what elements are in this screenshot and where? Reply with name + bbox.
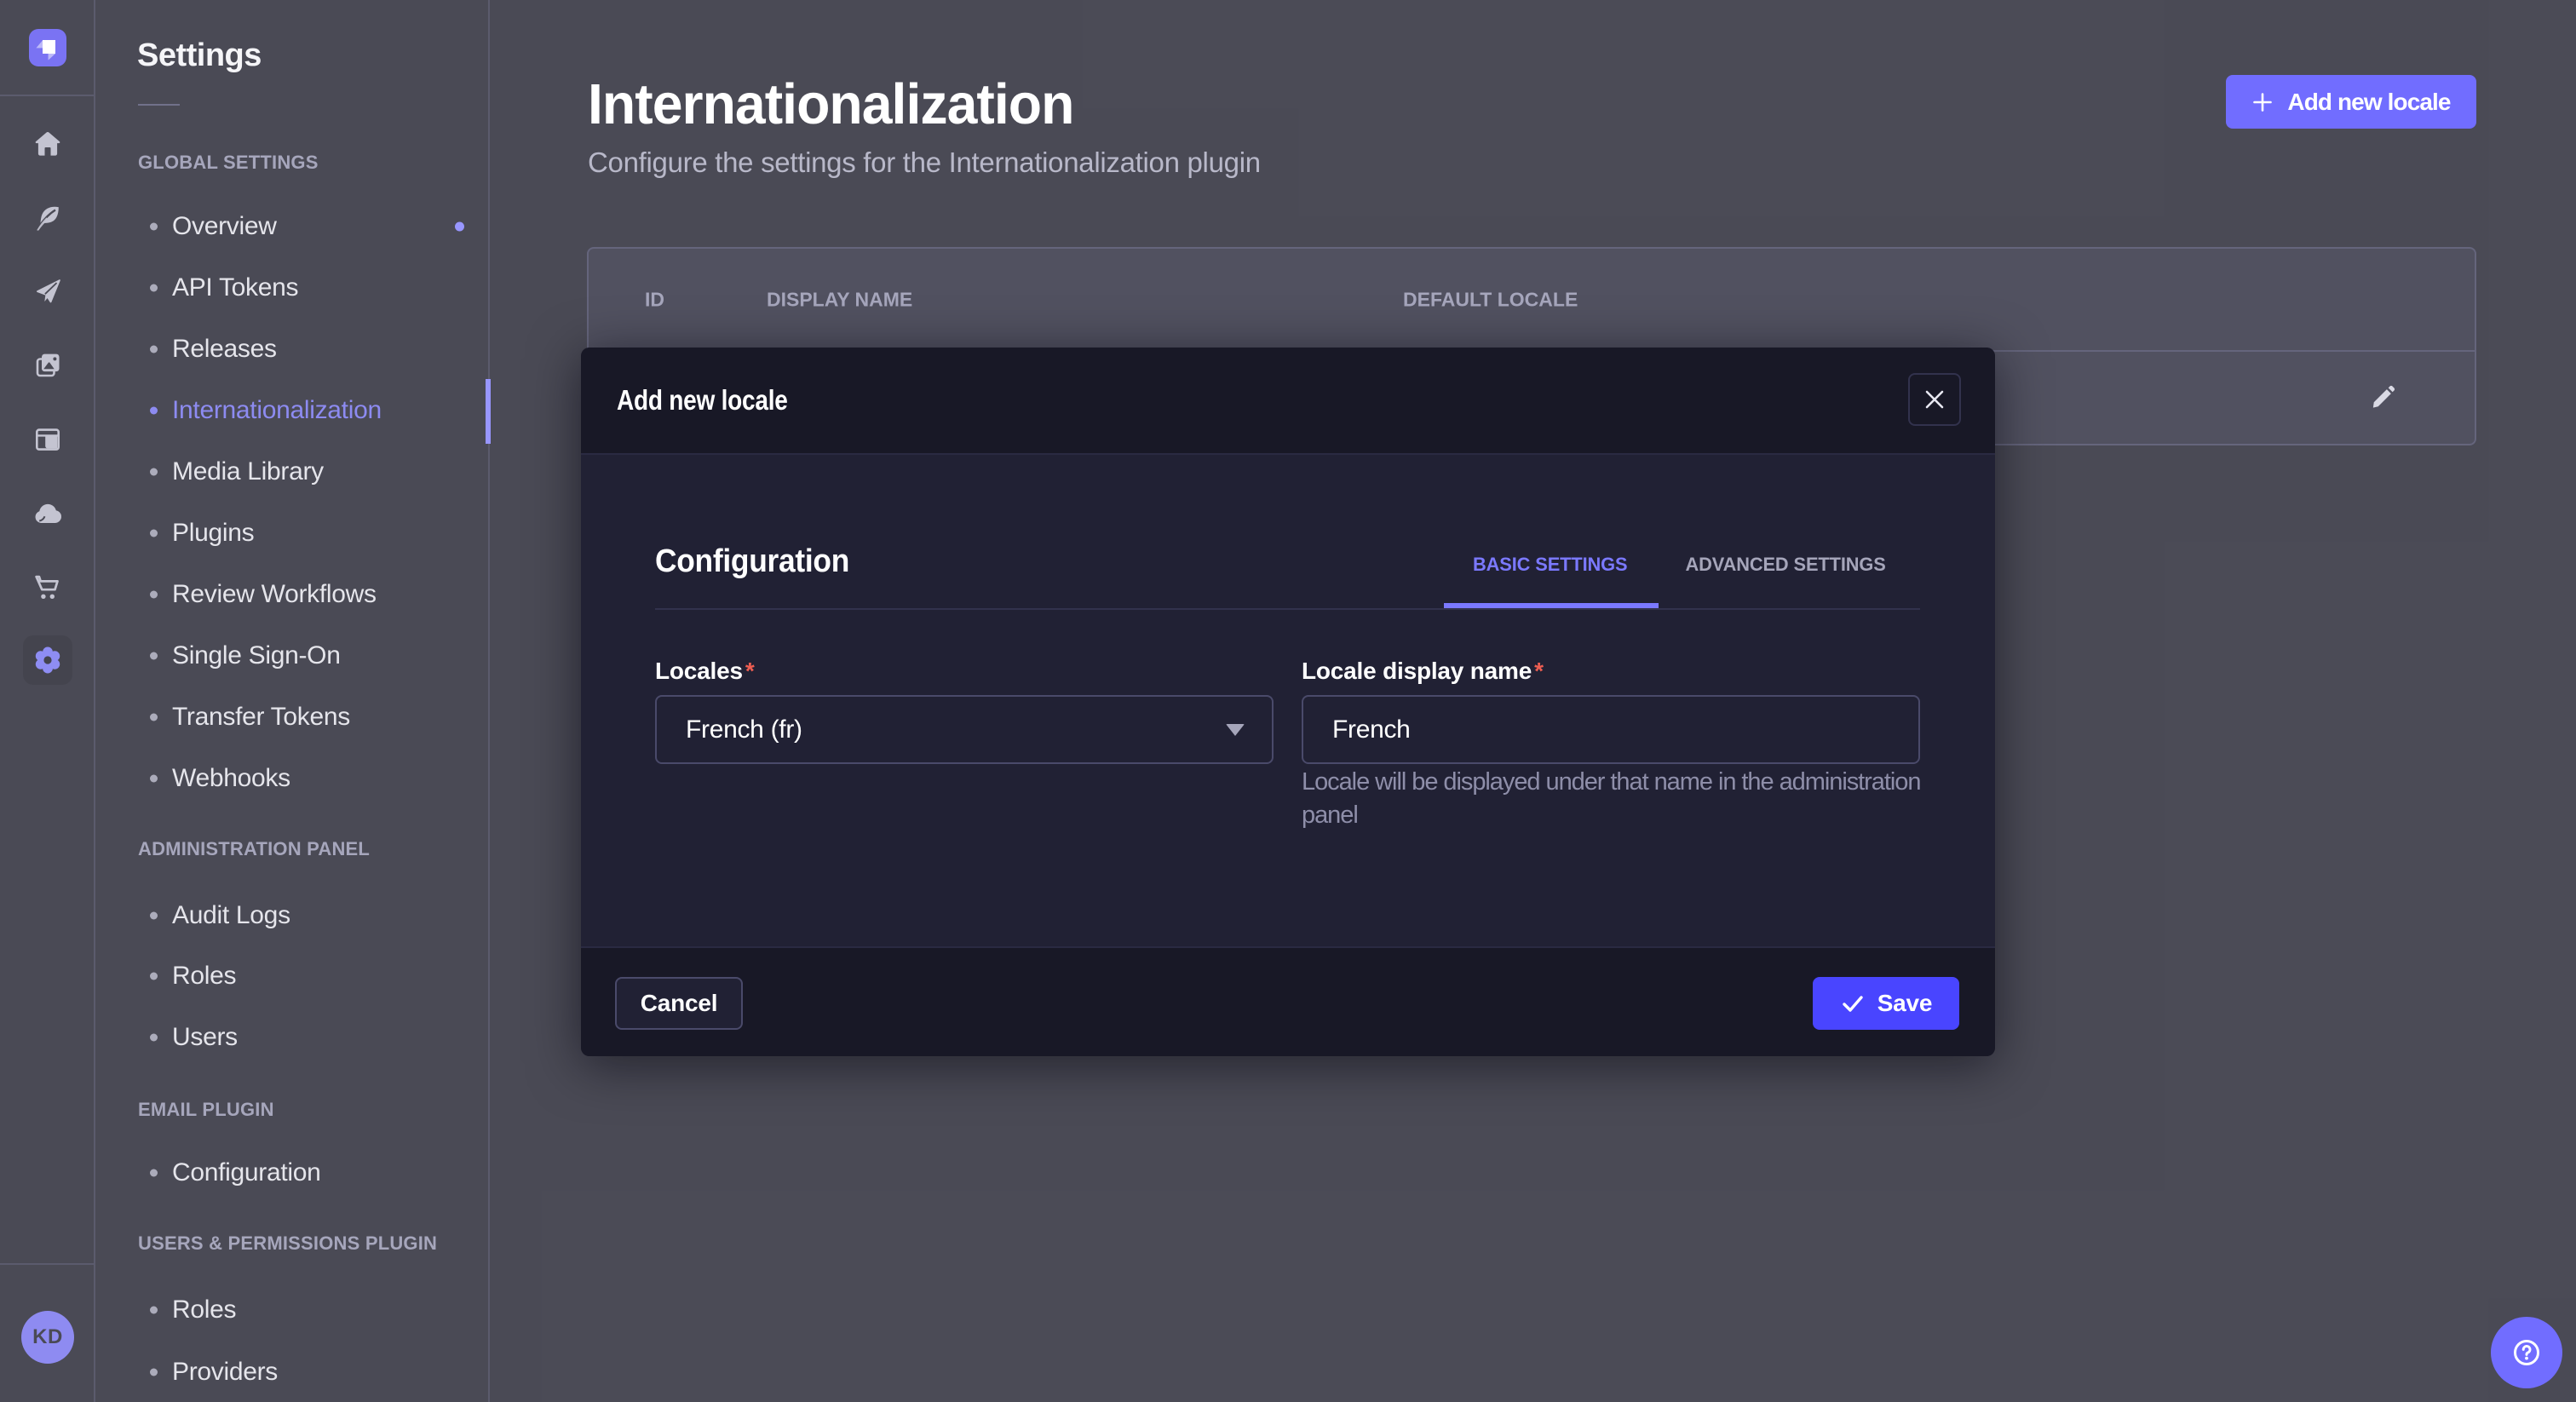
locales-label: Locales*	[655, 658, 755, 685]
locales-select[interactable]: French (fr)	[655, 695, 1274, 764]
close-icon	[1923, 388, 1946, 411]
required-asterisk: *	[743, 658, 755, 684]
tab-basic-settings[interactable]: BASIC SETTINGS	[1444, 539, 1656, 590]
tab-advanced-settings[interactable]: ADVANCED SETTINGS	[1656, 539, 1914, 590]
caret-down-icon	[1226, 724, 1245, 736]
configuration-section-title: Configuration	[655, 543, 849, 580]
active-tab-underline	[1444, 603, 1659, 608]
check-icon	[1840, 991, 1866, 1016]
add-locale-modal: Add new locale Configuration BASIC SETTI…	[581, 348, 1995, 1056]
save-button[interactable]: Save	[1813, 977, 1959, 1030]
required-asterisk: *	[1532, 658, 1544, 684]
modal-close-button[interactable]	[1908, 373, 1961, 426]
display-name-hint: Locale will be displayed under that name…	[1302, 766, 1949, 832]
modal-tabs: BASIC SETTINGS ADVANCED SETTINGS	[1444, 539, 1915, 590]
display-name-label: Locale display name*	[1302, 658, 1544, 685]
modal-footer: Cancel Save	[581, 946, 1995, 1056]
modal-header: Add new locale	[581, 348, 1995, 455]
cancel-button[interactable]: Cancel	[615, 977, 743, 1030]
modal-title: Add new locale	[617, 384, 788, 417]
locales-select-value: French (fr)	[686, 715, 802, 744]
tabs-divider	[655, 608, 1920, 610]
app-root: KD Settings GLOBAL SETTINGSOverviewAPI T…	[0, 0, 2576, 1402]
display-name-input[interactable]	[1302, 695, 1920, 764]
modal-body: Configuration BASIC SETTINGS ADVANCED SE…	[581, 455, 1995, 946]
